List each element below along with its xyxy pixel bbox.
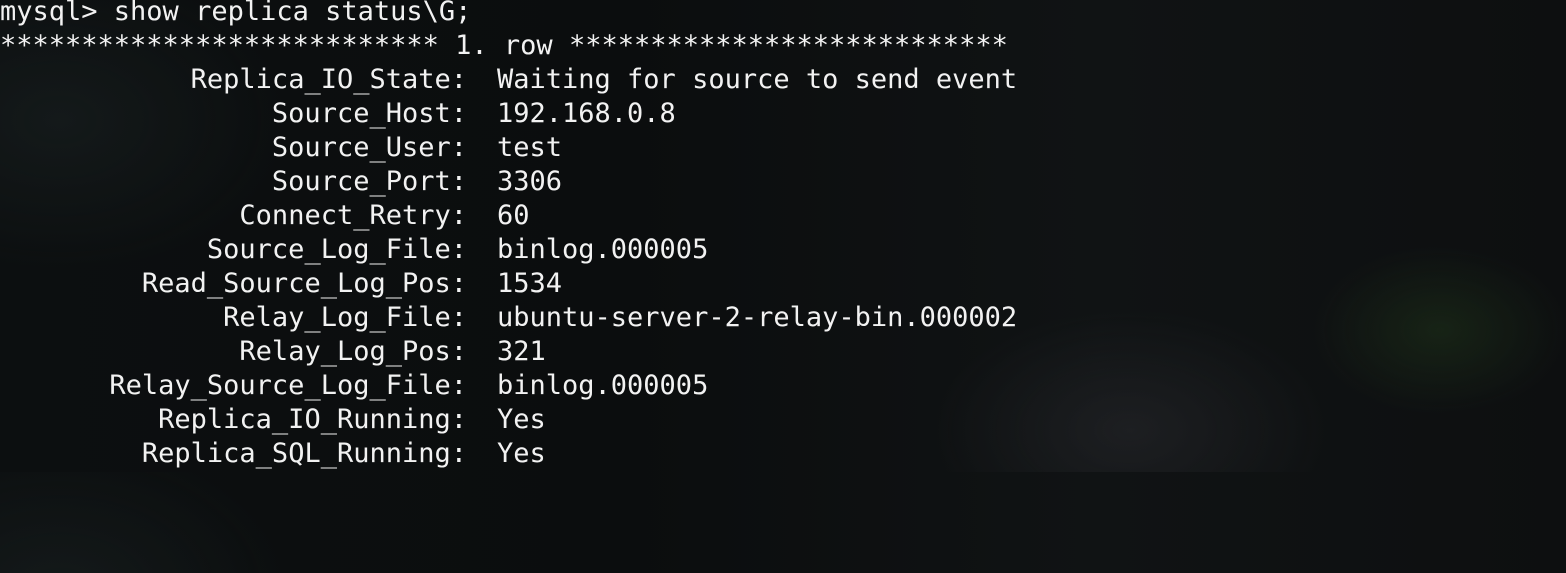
field-value: 3306 bbox=[497, 166, 563, 197]
terminal-output: mysql> show replica status\G; **********… bbox=[0, 0, 1566, 472]
field-label: Replica_IO_State: bbox=[190, 64, 467, 95]
field-value: Yes bbox=[497, 404, 546, 435]
field-label: Replica_IO_Running: bbox=[158, 404, 467, 435]
field-row-source-log-file: Source_Log_File: binlog.000005 bbox=[0, 233, 1566, 267]
field-label: Replica_SQL_Running: bbox=[141, 438, 467, 469]
field-value: binlog.000005 bbox=[497, 370, 709, 401]
field-value: 1534 bbox=[497, 268, 563, 299]
field-label: Source_Port: bbox=[271, 166, 467, 197]
field-row-relay-log-file: Relay_Log_File: ubuntu-server-2-relay-bi… bbox=[0, 301, 1566, 335]
field-row-replica-io-running: Replica_IO_Running: Yes bbox=[0, 403, 1566, 437]
field-label: Relay_Log_Pos: bbox=[239, 336, 467, 367]
field-row-source-port: Source_Port: 3306 bbox=[0, 165, 1566, 199]
field-row-source-host: Source_Host: 192.168.0.8 bbox=[0, 97, 1566, 131]
field-value: ubuntu-server-2-relay-bin.000002 bbox=[497, 302, 1018, 333]
field-value: Yes bbox=[497, 438, 546, 469]
field-row-connect-retry: Connect_Retry: 60 bbox=[0, 199, 1566, 233]
field-value: Waiting for source to send event bbox=[497, 64, 1018, 95]
field-label: Relay_Log_File: bbox=[223, 302, 467, 333]
field-row-relay-log-pos: Relay_Log_Pos: 321 bbox=[0, 335, 1566, 369]
command-line: mysql> show replica status\G; bbox=[0, 0, 472, 27]
field-value: 192.168.0.8 bbox=[497, 98, 676, 129]
field-label: Relay_Source_Log_File: bbox=[109, 370, 467, 401]
row-separator: *************************** 1. row *****… bbox=[0, 30, 1008, 61]
field-row-replica-sql-running: Replica_SQL_Running: Yes bbox=[0, 437, 1566, 471]
field-row-read-source-log-pos: Read_Source_Log_Pos: 1534 bbox=[0, 267, 1566, 301]
field-label: Read_Source_Log_Pos: bbox=[141, 268, 467, 299]
field-row-relay-source-log-file: Relay_Source_Log_File: binlog.000005 bbox=[0, 369, 1566, 403]
field-value: test bbox=[497, 132, 563, 163]
field-row-replica-io-state: Replica_IO_State: Waiting for source to … bbox=[0, 63, 1566, 97]
field-label: Source_Log_File: bbox=[206, 234, 467, 265]
field-value: 321 bbox=[497, 336, 546, 367]
field-value: binlog.000005 bbox=[497, 234, 709, 265]
field-label: Source_Host: bbox=[271, 98, 467, 129]
field-label: Connect_Retry: bbox=[239, 200, 467, 231]
field-row-source-user: Source_User: test bbox=[0, 131, 1566, 165]
field-label: Source_User: bbox=[271, 132, 467, 163]
field-value: 60 bbox=[497, 200, 530, 231]
